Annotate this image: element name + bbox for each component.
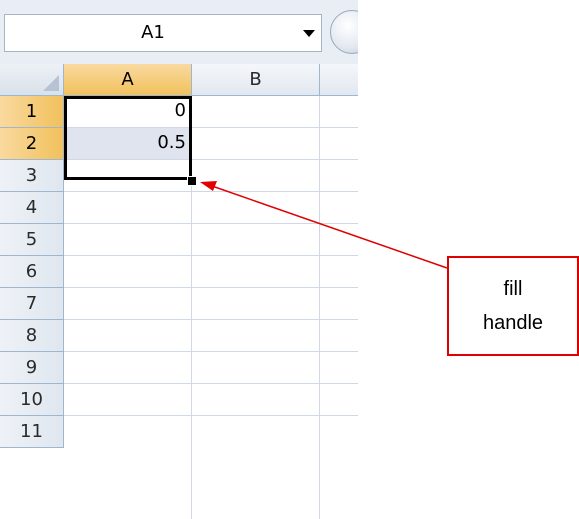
annotation-arrow bbox=[200, 181, 448, 269]
arrow-head-icon bbox=[200, 181, 217, 191]
arrow-line bbox=[211, 185, 448, 269]
